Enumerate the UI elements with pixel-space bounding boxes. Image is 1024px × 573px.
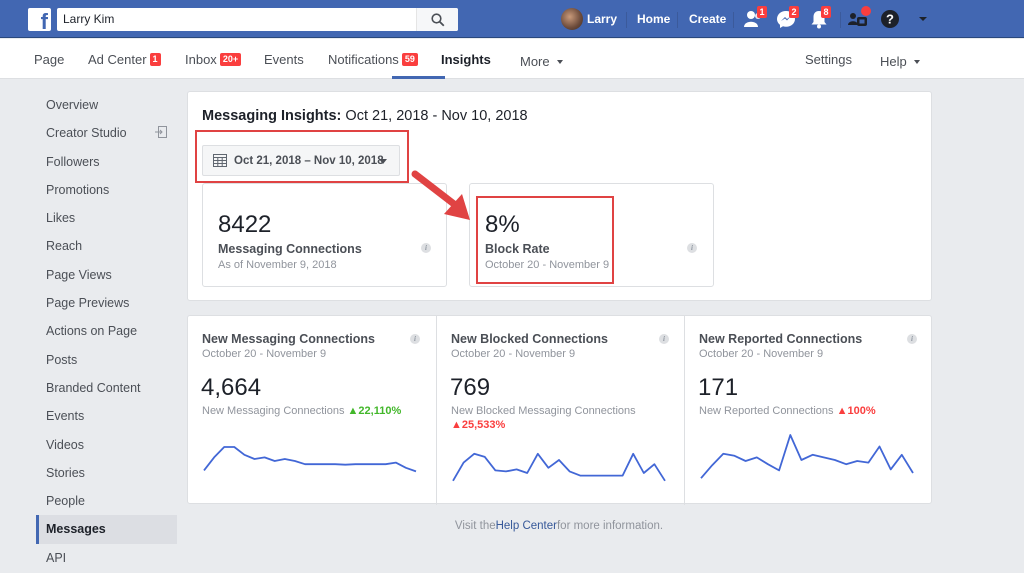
active-tab-indicator [392, 76, 445, 79]
metric-description: New Messaging Connections ▲22,110% [202, 405, 402, 417]
annotation-arrow-icon [411, 170, 470, 220]
metric-change: ▲100% [836, 405, 876, 417]
sidebar-item-promotions[interactable]: Promotions [36, 176, 177, 204]
metric-card-new-blocked-connections: New Blocked Connections i October 20 - Nov… [436, 316, 684, 505]
metric-title: New Reported Connections [699, 332, 863, 346]
sidebar-item-videos[interactable]: Videos [36, 431, 177, 459]
divider [733, 12, 734, 28]
svg-text:?: ? [886, 12, 894, 27]
sidebar-item-stories[interactable]: Stories [36, 459, 177, 487]
metric-change: ▲22,110% [347, 405, 402, 417]
chevron-down-icon [913, 59, 920, 64]
info-icon[interactable]: i [659, 334, 669, 344]
search-button[interactable] [416, 8, 458, 31]
top-navigation-bar: f Larry Kim Larry Home Create 1 2 8 ? [0, 0, 1024, 38]
tab-notifications[interactable]: Notifications 59 [328, 52, 418, 67]
tab-help[interactable]: Help [880, 54, 920, 69]
sidebar-item-branded-content[interactable]: Branded Content [36, 374, 177, 402]
help-icon[interactable]: ? [879, 8, 901, 30]
search-box[interactable]: Larry Kim [57, 8, 458, 31]
sidebar-item-likes[interactable]: Likes [36, 204, 177, 232]
sidebar-item-followers[interactable]: Followers [36, 148, 177, 176]
help-center-link[interactable]: Help Center [496, 520, 557, 532]
triangle-up-icon: ▲ [836, 405, 848, 417]
metric-title: New Messaging Connections [202, 332, 375, 346]
chevron-down-icon [556, 59, 563, 64]
tab-ad-center[interactable]: Ad Center 1 [88, 52, 161, 67]
sidebar-item-api[interactable]: API [36, 544, 177, 572]
tab-settings[interactable]: Settings [805, 52, 852, 67]
info-icon[interactable]: i [421, 243, 431, 253]
metric-value: 769 [450, 374, 491, 401]
profile-avatar[interactable] [561, 8, 583, 30]
notifications-badge: 8 [821, 6, 831, 18]
external-link-icon[interactable] [155, 126, 167, 139]
metric-description: New Reported Connections ▲100% [699, 405, 876, 417]
page-title: Messaging Insights: Oct 21, 2018 - Nov 1… [202, 108, 528, 124]
info-icon[interactable]: i [687, 243, 697, 253]
divider [840, 12, 841, 28]
metric-value: 171 [698, 374, 739, 401]
search-input[interactable]: Larry Kim [63, 12, 114, 26]
tab-insights[interactable]: Insights [441, 52, 491, 67]
sidebar-item-overview[interactable]: Overview [36, 91, 177, 119]
account-menu-caret-icon[interactable] [914, 8, 936, 30]
sidebar-item-events[interactable]: Events [36, 402, 177, 430]
metric-card-new-messaging-connections: New Messaging Connections i October 20 - N… [188, 316, 436, 505]
inbox-badge: 20+ [219, 53, 242, 66]
sparkline-chart [203, 446, 417, 473]
sidebar-item-reach[interactable]: Reach [36, 232, 177, 260]
sidebar-item-page-views[interactable]: Page Views [36, 261, 177, 289]
info-icon[interactable]: i [410, 334, 420, 344]
page-tab-bar: Page Ad Center 1 Inbox 20+ Events Notifica… [0, 39, 1024, 79]
metric-title: New Blocked Connections [451, 332, 608, 346]
tab-more[interactable]: More [520, 54, 563, 69]
sidebar-item-page-previews[interactable]: Page Previews [36, 289, 177, 317]
sidebar-item-posts[interactable]: Posts [36, 346, 177, 374]
annotation-highlight-box [476, 196, 614, 284]
messaging-insights-card: Messaging Insights: Oct 21, 2018 - Nov 1… [187, 91, 932, 301]
metrics-panel: New Messaging Connections i October 20 - N… [187, 315, 932, 505]
profile-link[interactable]: Larry [587, 12, 617, 26]
metric-date-range: October 20 - November 9 [451, 348, 576, 360]
tab-page[interactable]: Page [34, 52, 64, 67]
sparkline-series [452, 452, 666, 482]
sparkline-chart [452, 452, 666, 482]
metric-date-range: October 20 - November 9 [202, 348, 327, 360]
notifications-tab-badge: 59 [401, 53, 418, 66]
divider [626, 12, 627, 28]
tab-inbox[interactable]: Inbox 20+ [185, 52, 242, 67]
search-icon [431, 13, 445, 27]
facebook-logo-icon[interactable]: f [28, 8, 51, 31]
create-link[interactable]: Create [689, 12, 726, 26]
home-link[interactable]: Home [637, 12, 670, 26]
friend-requests-badge: 1 [757, 6, 767, 18]
footer-help-text: Visit theHelp Centerfor more information… [454, 520, 664, 532]
metric-date-range: October 20 - November 9 [699, 348, 824, 360]
metric-value: 4,664 [201, 374, 262, 401]
tab-events[interactable]: Events [264, 52, 304, 67]
metric-card-new-reported-connections: New Reported Connections i October 20 - No… [684, 316, 932, 505]
sparkline-series [700, 434, 914, 479]
ad-center-badge: 1 [149, 53, 161, 66]
messages-badge: 2 [789, 6, 799, 18]
divider [677, 12, 678, 28]
info-icon[interactable]: i [907, 334, 917, 344]
insights-sidebar: Overview Creator Studio Followers Promotion… [36, 91, 177, 572]
sidebar-item-creator-studio[interactable]: Creator Studio [36, 119, 177, 147]
metric-description: New Blocked Messaging Connections [451, 405, 636, 417]
annotation-highlight-box [195, 130, 409, 183]
sidebar-item-people[interactable]: People [36, 487, 177, 515]
page-roles-indicator [861, 6, 871, 16]
triangle-up-icon: ▲ [347, 405, 359, 417]
sparkline-chart [700, 434, 914, 479]
sidebar-item-actions-on-page[interactable]: Actions on Page [36, 317, 177, 345]
sparkline-series [203, 446, 417, 473]
